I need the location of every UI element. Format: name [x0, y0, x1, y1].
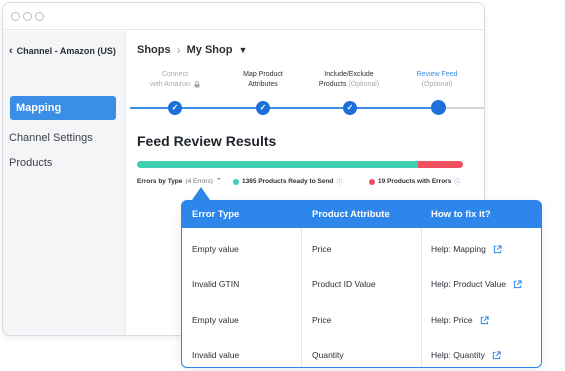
cell-text: Empty value [192, 315, 239, 325]
column-divider [421, 228, 422, 367]
info-icon[interactable]: ⓘ [454, 177, 460, 186]
column-divider [301, 228, 302, 367]
window-minimize-dot[interactable] [23, 12, 32, 21]
cell-text: Quantity [312, 350, 344, 360]
cell-text: Price [312, 315, 332, 325]
external-link-icon[interactable] [480, 315, 489, 325]
cell-text: Invalid value [192, 350, 240, 360]
sidebar: ‹ Channel - Amazon (US) Mapping Channel … [3, 31, 126, 335]
step-map-attributes-label[interactable]: Map Product Attributes [218, 70, 308, 90]
back-link-label: Channel - Amazon (US) [16, 46, 116, 56]
cell-text: Product ID Value [312, 279, 376, 289]
product-attribute-cell: Price [312, 315, 331, 325]
help-link-label[interactable]: Help: Product Value [431, 279, 506, 289]
cell-text: Empty value [192, 244, 239, 254]
window-close-dot[interactable] [11, 12, 20, 21]
sidebar-item-channel-settings[interactable]: Channel Settings [9, 132, 93, 144]
help-link[interactable]: Help: Price [431, 315, 489, 325]
error-type-cell: Empty value [192, 315, 239, 325]
external-link-icon[interactable] [492, 350, 501, 360]
breadcrumb: Shops › My Shop ▼ [137, 43, 247, 57]
ready-segment [137, 161, 419, 168]
error-type-cell: Empty value [192, 244, 239, 254]
progress-line-remaining [445, 107, 484, 109]
help-link[interactable]: Help: Quantity [431, 350, 501, 360]
errors-legend: 19 Products with Errors ⓘ [369, 177, 460, 186]
back-to-channel-link[interactable]: ‹ Channel - Amazon (US) [9, 45, 116, 57]
popup-pointer [192, 187, 210, 200]
chevron-left-icon: ‹ [9, 45, 13, 57]
product-attribute-cell: Product ID Value [312, 279, 376, 289]
error-segment [418, 161, 463, 168]
cell-text: Invalid GTIN [192, 279, 240, 289]
external-link-icon[interactable] [513, 279, 522, 289]
step-include-exclude-label[interactable]: Include/Exclude Products (Optional) [304, 70, 394, 90]
sidebar-item-mapping[interactable]: Mapping [10, 96, 116, 120]
results-title: Feed Review Results [137, 133, 277, 149]
cell-text: Price [312, 244, 332, 254]
title-bar [3, 3, 484, 30]
error-details-popup: Error Type Product Attribute How to fix … [181, 200, 542, 368]
caret-down-icon[interactable]: ▼ [238, 45, 247, 55]
step-check-icon[interactable]: ✓ [168, 101, 182, 115]
step-review-feed-label[interactable]: Review Feed (Optional) [392, 70, 482, 90]
ready-legend: 1365 Products Ready to Send ⓘ [233, 177, 342, 186]
lock-icon [194, 80, 200, 88]
help-link[interactable]: Help: Mapping [431, 244, 502, 254]
ready-dot-icon [233, 178, 239, 185]
window-maximize-dot[interactable] [35, 12, 44, 21]
step-current-dot[interactable] [431, 100, 446, 115]
breadcrumb-my-shop[interactable]: My Shop [187, 44, 233, 56]
error-dot-icon [369, 178, 375, 185]
help-link-label[interactable]: Help: Mapping [431, 244, 486, 254]
table-header: Error Type Product Attribute How to fix … [182, 201, 541, 228]
col-header-error-type: Error Type [192, 209, 240, 220]
sidebar-item-products[interactable]: Products [9, 157, 52, 169]
breadcrumb-shops[interactable]: Shops [137, 44, 171, 56]
step-check-icon[interactable]: ✓ [256, 101, 270, 115]
error-type-cell: Invalid value [192, 350, 239, 360]
product-attribute-cell: Price [312, 244, 331, 254]
help-link-label[interactable]: Help: Price [431, 315, 473, 325]
errors-by-type-toggle[interactable]: Errors by Type (4 Errors) ⌃ [137, 177, 222, 186]
col-header-product-attribute: Product Attribute [312, 209, 390, 220]
step-check-icon[interactable]: ✓ [343, 101, 357, 115]
col-header-how-to-fix: How to fix it? [431, 209, 491, 220]
external-link-icon[interactable] [493, 244, 502, 254]
chevron-right-icon: › [176, 43, 181, 57]
info-icon[interactable]: ⓘ [336, 177, 342, 186]
feed-status-bar [137, 161, 463, 168]
error-type-cell: Invalid GTIN [192, 279, 239, 289]
help-link[interactable]: Help: Product Value [431, 279, 522, 289]
help-link-label[interactable]: Help: Quantity [431, 350, 485, 360]
product-attribute-cell: Quantity [312, 350, 344, 360]
step-connect-label: Connect with Amazon [130, 70, 220, 90]
chevron-up-icon: ⌃ [215, 178, 222, 185]
